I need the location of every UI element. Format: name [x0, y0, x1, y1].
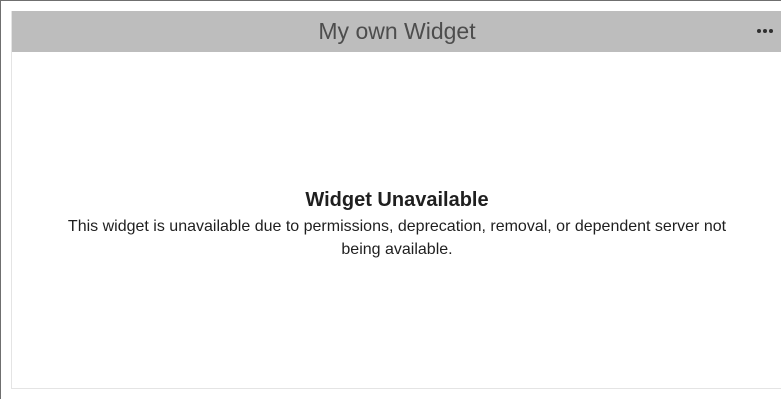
widget-title: My own Widget — [318, 18, 476, 44]
menu-dot — [769, 29, 773, 33]
widget-header: My own Widget — [12, 11, 781, 52]
page-frame: My own Widget Widget Unavailable This wi… — [0, 0, 781, 399]
menu-dot — [763, 29, 767, 33]
menu-dot — [757, 29, 761, 33]
widget-content: Widget Unavailable This widget is unavai… — [12, 52, 781, 388]
widget-unavailable-title: Widget Unavailable — [305, 189, 489, 211]
widget-menu-button[interactable] — [756, 21, 774, 41]
widget-unavailable-message: This widget is unavailable due to permis… — [67, 218, 727, 258]
widget-panel: My own Widget Widget Unavailable This wi… — [11, 11, 781, 389]
more-horizontal-icon — [757, 29, 773, 33]
